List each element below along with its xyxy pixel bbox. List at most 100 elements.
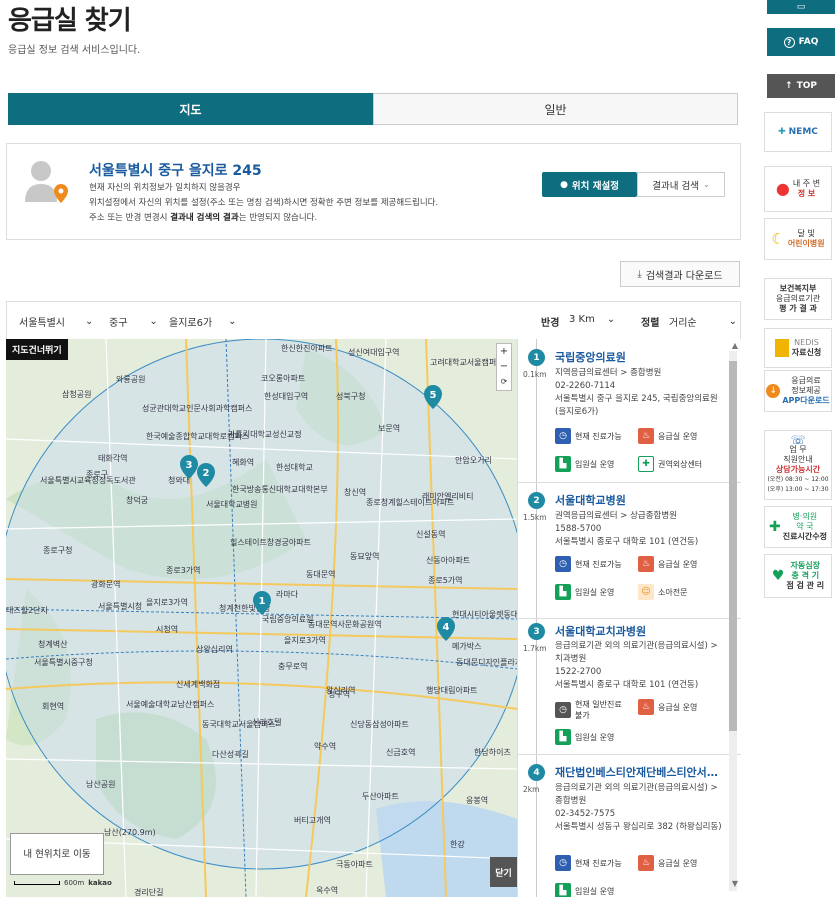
download-results-button[interactable]: ⤓ 검색결과 다운로드: [620, 261, 740, 287]
badge-label: 응급실 운영: [658, 858, 698, 868]
aed-inspection-link[interactable]: ♥ 자동심장 충 격 기점 검 관 리: [764, 554, 832, 598]
location-help-line3-b: 결과내 검색의 결과: [170, 213, 239, 223]
status-badge: ♨ 응급실 운영: [638, 855, 718, 871]
gu-select[interactable]: 중구 ⌄: [109, 314, 158, 329]
divider: [518, 754, 741, 755]
aed-label-1: 자동심장: [790, 561, 820, 570]
bed-icon: ▙: [555, 729, 571, 745]
faq-button[interactable]: ? FAQ: [767, 28, 835, 56]
result-type: 권역응급의료센터 > 상급종합병원: [555, 511, 678, 521]
hosp-label-2: 약 국: [796, 522, 814, 531]
chevron-down-icon: ⌄: [85, 316, 94, 327]
status-badge: ▙ 입원실 운영: [555, 729, 635, 745]
my-location-button[interactable]: 내 현위치로 이동: [10, 833, 104, 875]
result-details: 응급의료기관 외의 의료기관(응급의료시설) > 종합병원 02-3452-75…: [555, 782, 725, 834]
status-badge: ◷ 현재 진료가능: [555, 556, 635, 572]
result-address: 서울특별시 중구 을지로 245, 국립중앙의료원 (을지로6가): [555, 394, 718, 417]
side-top-button[interactable]: ▭: [767, 0, 835, 14]
aed-label-3: 점 검 관 리: [786, 581, 825, 590]
radius-select[interactable]: 3 Km ⌄: [569, 314, 615, 325]
result-phone: 02-3452-7575: [555, 809, 616, 819]
status-badge: ✚ 권역외상센터: [638, 456, 728, 472]
nemc-logo-icon: ✚: [778, 127, 786, 137]
call-label-1: 업 무: [789, 445, 807, 454]
mohw-label-3: 평 가 결 과: [779, 304, 817, 313]
svg-text:2: 2: [203, 468, 210, 479]
scrollbar-thumb[interactable]: [729, 361, 737, 731]
location-help-line3-c: 는 반영되지 않습니다.: [238, 213, 318, 223]
back-to-top-button[interactable]: ↑ TOP: [767, 74, 835, 98]
top-label: TOP: [796, 81, 817, 91]
result-details: 응급의료기관 외의 의료기관(응급의료시설) > 치과병원 1522-2700 …: [555, 640, 725, 692]
app-label-2: 정보제공: [791, 386, 821, 395]
moonlight-children-hospital-link[interactable]: ☾ 달 빛 어린이병원: [764, 218, 832, 260]
result-address: 서울특별시 성동구 왕십리로 382 (하왕십리동): [555, 822, 722, 832]
clinic-hours-edit-link[interactable]: ✚ 병·의원 약 국 진료시간수정: [764, 506, 832, 548]
divider: [518, 482, 741, 483]
nearby-info-link[interactable]: ● 내 주 변정 보: [764, 166, 832, 212]
result-name[interactable]: 국립중앙의료원: [555, 349, 725, 365]
badge-label: 응급실 운영: [658, 559, 698, 569]
call-label-2: 직원안내: [783, 455, 813, 464]
result-phone: 1588-5700: [555, 524, 602, 534]
result-type: 응급의료기관 외의 의료기관(응급의료시설) > 치과병원: [555, 641, 718, 664]
hosp-label-1: 병·의원: [792, 512, 818, 521]
close-list-button[interactable]: 닫기: [490, 857, 517, 887]
sort-filter: 정렬: [641, 314, 659, 329]
badge-label: 응급실 운영: [658, 702, 698, 712]
badge-label: 현재 진료가능: [575, 431, 622, 441]
moon-label-2: 어린이병원: [787, 239, 825, 248]
radius-label: 반경: [541, 318, 560, 329]
chevron-down-icon: ⌄: [228, 316, 237, 327]
result-name[interactable]: 재단법인베스티안재단베스티안서울병원: [555, 764, 725, 780]
badge-label: 입원실 운영: [575, 587, 615, 597]
trauma-center-icon: ✚: [638, 456, 654, 472]
result-details: 지역응급의료센터 > 종합병원 02-2260-7114 서울특별시 중구 을지…: [555, 367, 725, 419]
dong-value: 을지로6가: [169, 318, 213, 329]
clock-icon: ◷: [555, 855, 571, 871]
list-scrollbar[interactable]: [729, 351, 737, 891]
map-scale: 600m kakao: [14, 879, 112, 887]
sort-select[interactable]: 거리순 ⌄: [669, 314, 737, 329]
reset-location-button[interactable]: ● 위치 재설정: [542, 172, 637, 197]
current-address: 서울특별시 중구 을지로 245: [89, 163, 262, 179]
status-badge: ▙ 입원실 운영: [555, 584, 635, 600]
nearby-label-2: 정 보: [797, 189, 816, 198]
location-help-line2: 위치설정에서 자신의 위치를 설정(주소 또는 명칭 검색)하시면 정확한 주변…: [89, 198, 439, 208]
dong-select[interactable]: 을지로6가 ⌄: [169, 314, 237, 329]
map-markers: 1 2 3 4 5: [180, 385, 455, 641]
staff-consult-hours: ☏ 업 무 직원안내 상담가능시간 (오전) 08:30 ~ 12:00 (오후) 13:…: [764, 430, 832, 500]
sido-value: 서울특별시: [19, 318, 65, 329]
nedis-request-link[interactable]: NEDIS 자료신청: [764, 328, 832, 368]
search-in-results-button[interactable]: 결과내 검색 ⌄: [637, 172, 725, 197]
app-download-link[interactable]: ↓ 응급의료 정보제공 APP다운로드: [764, 370, 832, 412]
result-name[interactable]: 서울대학교병원: [555, 492, 725, 508]
faq-label: FAQ: [798, 37, 819, 47]
nemc-link[interactable]: ✚ NEMC: [764, 112, 832, 152]
result-type: 응급의료기관 외의 의료기관(응급의료시설) > 종합병원: [555, 783, 718, 806]
sort-label: 정렬: [641, 318, 660, 329]
badge-label: 입원실 운영: [575, 886, 615, 896]
download-icon: ↓: [766, 384, 781, 398]
status-badge: ▙ 입원실 운영: [555, 456, 635, 472]
mohw-evaluation-link[interactable]: 보건복지부 응급의료기관 평 가 결 과: [764, 278, 832, 320]
result-distance: 2km: [523, 785, 540, 794]
chevron-down-icon: ⌄: [149, 316, 158, 327]
result-distance: 1.5km: [523, 513, 547, 522]
tab-map[interactable]: 지도: [8, 93, 373, 125]
sido-select[interactable]: 서울특별시 ⌄: [19, 314, 93, 329]
download-results-label: 검색결과 다운로드: [645, 270, 723, 282]
map-view[interactable]: 한신한진아파트 성신여대입구역 고려대학교서울캠퍼스 와룡공원 코오롱아파트 삼청공원 성북…: [6, 339, 517, 897]
pin-icon: ●: [560, 179, 568, 190]
svg-text:3: 3: [186, 460, 193, 471]
tab-general[interactable]: 일반: [373, 93, 738, 125]
status-badge: ◷ 현재 일반진료불가: [555, 699, 635, 721]
result-number: 1: [528, 349, 545, 366]
badge-label: 소아전문: [658, 587, 688, 597]
scroll-up-icon[interactable]: ▲: [732, 341, 738, 350]
scroll-down-icon[interactable]: ▼: [732, 879, 738, 888]
map-marker-2: 2: [197, 463, 215, 487]
chevron-down-icon: ⌄: [606, 314, 616, 325]
page-subtitle: 응급실 정보 검색 서비스입니다.: [8, 45, 141, 56]
result-name[interactable]: 서울대학교치과병원: [555, 623, 725, 639]
